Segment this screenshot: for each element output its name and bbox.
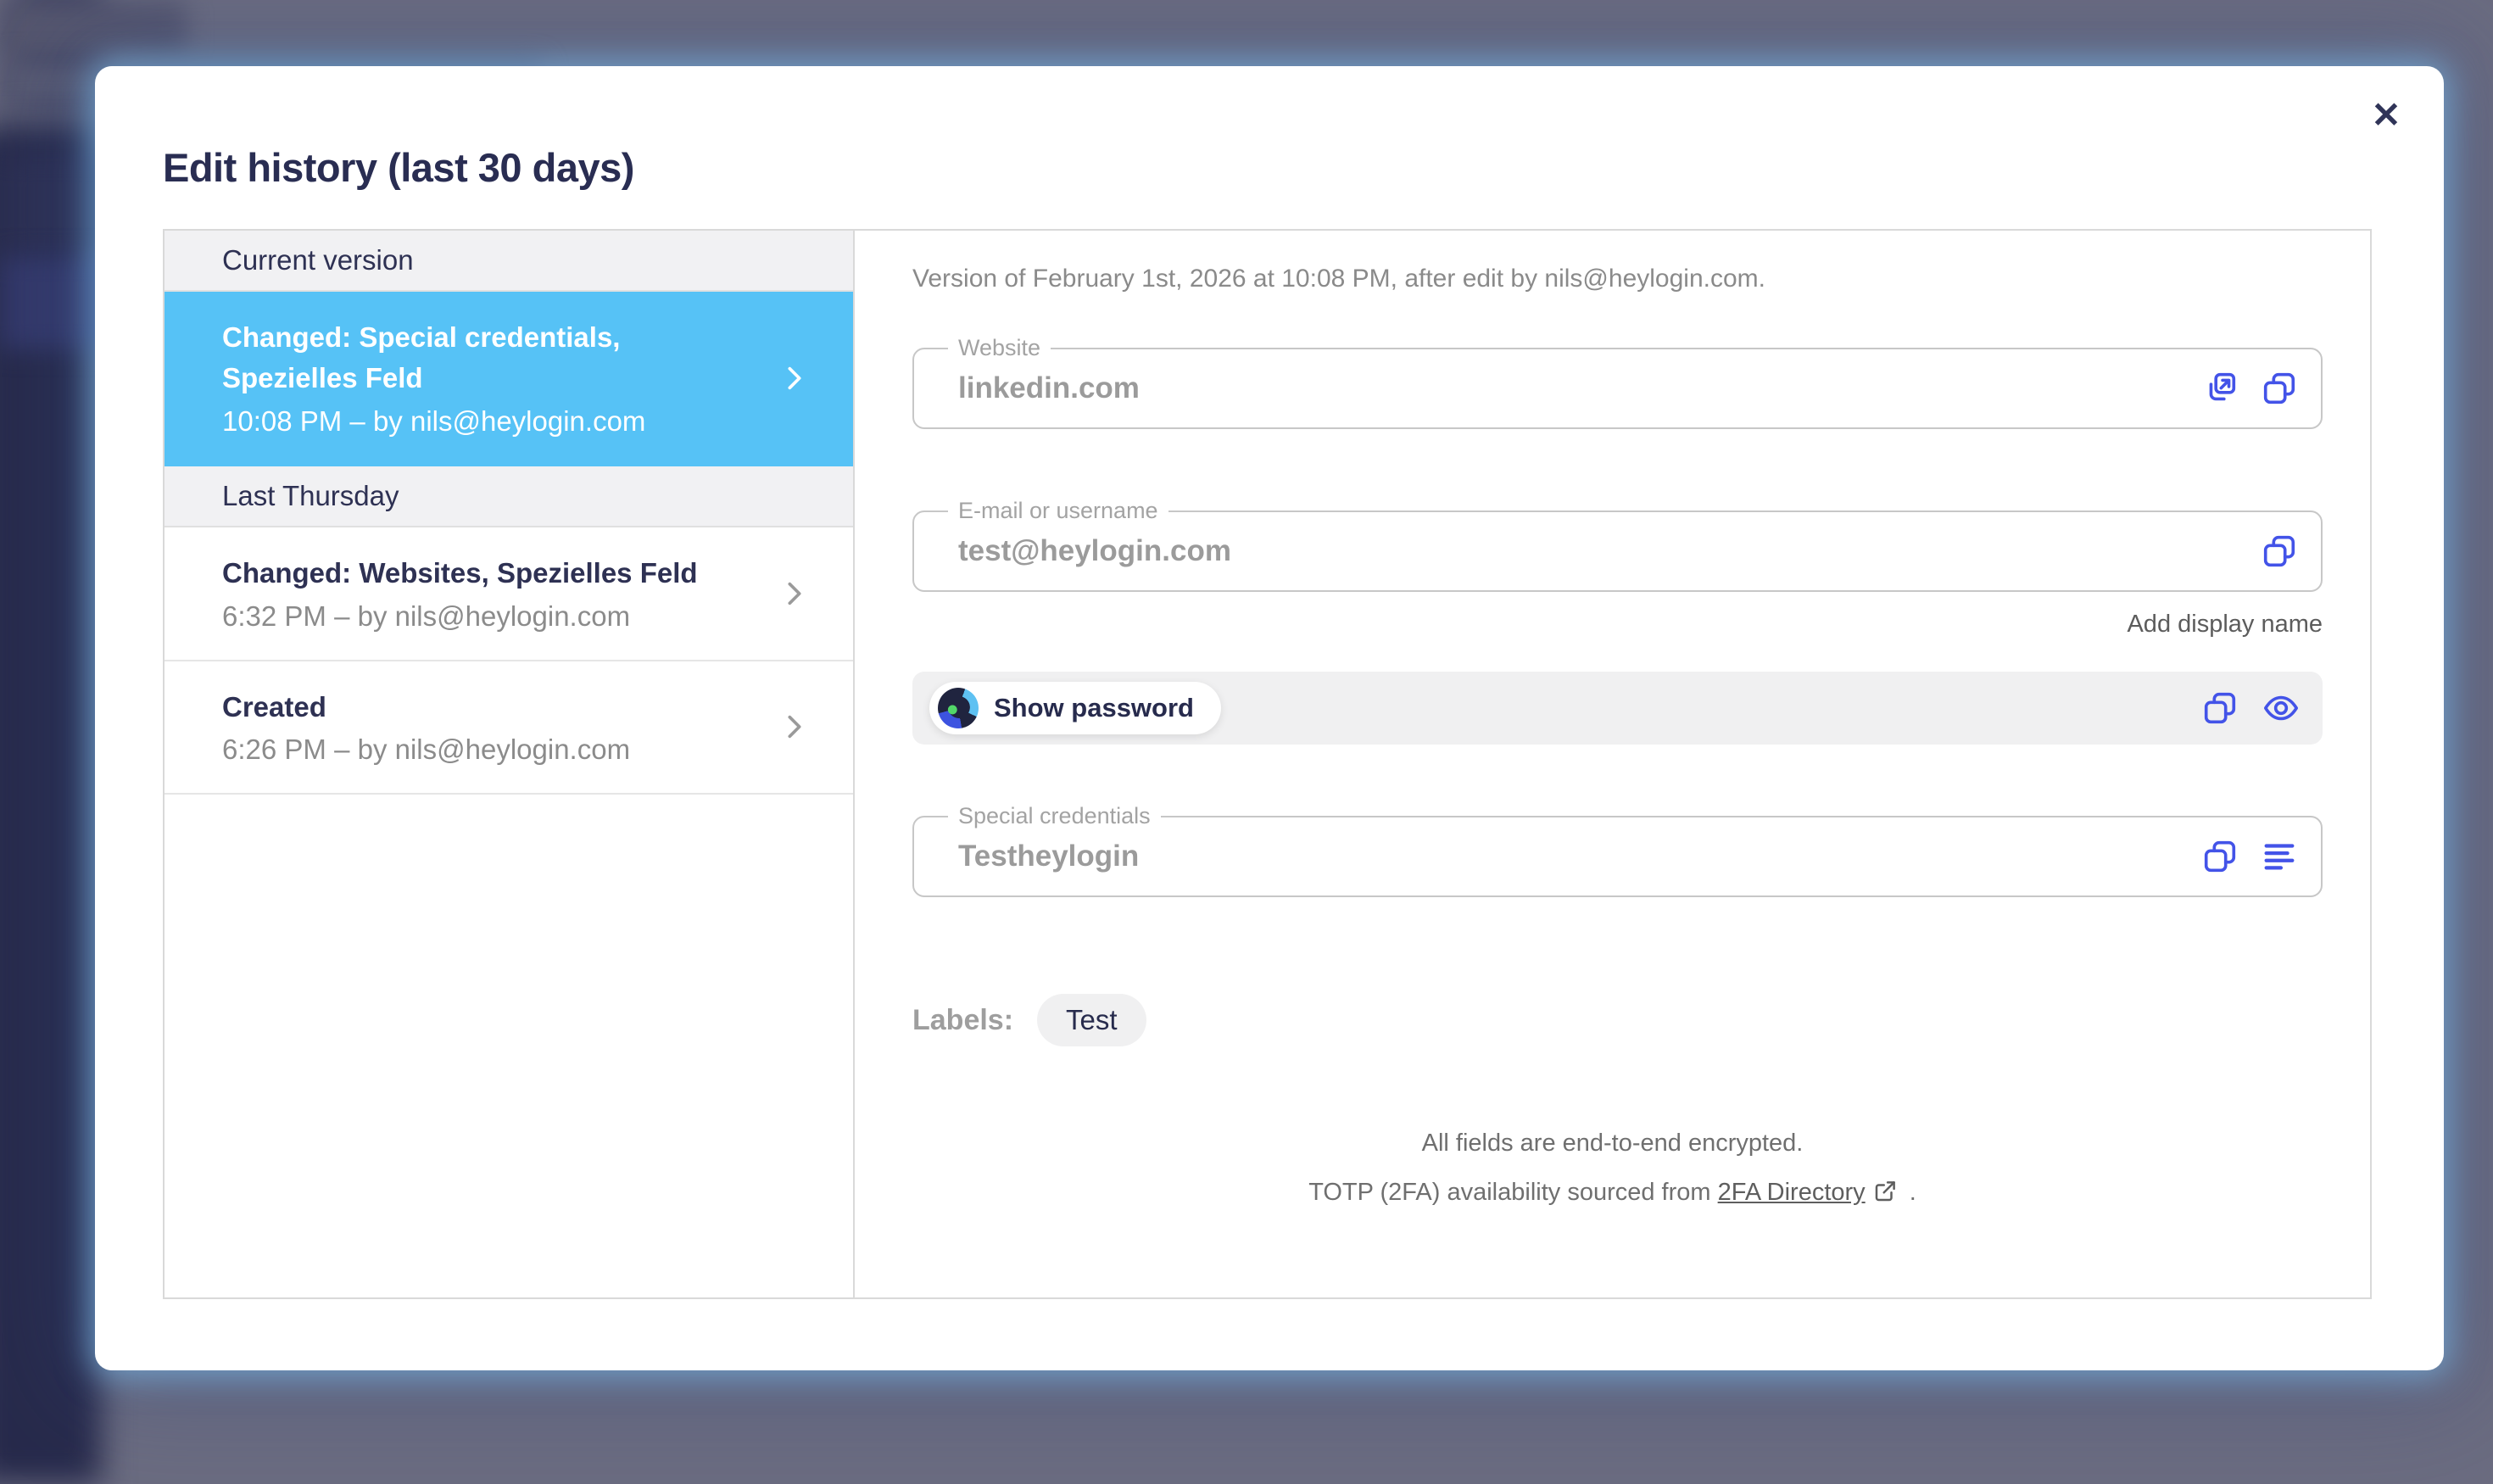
page-title: Edit history (last 30 days): [163, 144, 634, 191]
totp-directory-link[interactable]: 2FA Directory: [1718, 1179, 1866, 1206]
totp-note-suffix: .: [1903, 1179, 1916, 1206]
version-item-subtitle: 6:26 PM – by nils@heylogin.com: [222, 734, 751, 766]
version-detail: Version of February 1st, 2026 at 10:08 P…: [855, 231, 2370, 1297]
encryption-note: All fields are end-to-end encrypted.: [855, 1130, 2370, 1158]
chevron-right-icon: [780, 574, 809, 613]
version-item-subtitle: 6:32 PM – by nils@heylogin.com: [222, 600, 751, 633]
totp-note-prefix: TOTP (2FA) availability sourced from: [1308, 1179, 1717, 1206]
special-credentials-field: Special credentials Testheylogin: [912, 816, 2323, 897]
website-field-label: Website: [948, 335, 1051, 361]
section-header-last-thursday: Last Thursday: [165, 466, 853, 527]
edit-history-modal: ✕ Edit history (last 30 days) Current ve…: [95, 66, 2444, 1370]
eye-icon[interactable]: [2262, 689, 2301, 728]
backdrop-brand-blur: [0, 0, 187, 59]
version-item-created[interactable]: Created 6:26 PM – by nils@heylogin.com: [165, 661, 853, 795]
version-list: Current version Changed: Special credent…: [165, 231, 855, 1297]
version-info-line: Version of February 1st, 2026 at 10:08 P…: [912, 265, 1765, 293]
labels-caption: Labels:: [912, 1004, 1013, 1037]
email-field: E-mail or username test@heylogin.com: [912, 510, 2323, 592]
open-in-new-icon[interactable]: [2200, 369, 2239, 408]
password-row: Show password: [912, 672, 2323, 745]
heylogin-logo: [938, 688, 979, 728]
modal-content: Current version Changed: Special credent…: [163, 229, 2372, 1299]
labels-row: Labels: Test: [912, 994, 1146, 1046]
website-field: Website linkedin.com: [912, 348, 2323, 429]
show-password-label: Show password: [994, 693, 1194, 723]
label-chip[interactable]: Test: [1037, 994, 1146, 1046]
version-item-title: Created: [222, 687, 751, 728]
copy-icon[interactable]: [2260, 532, 2299, 571]
version-item-subtitle: 10:08 PM – by nils@heylogin.com: [222, 405, 751, 438]
copy-icon[interactable]: [2200, 689, 2239, 728]
chevron-right-icon: [780, 707, 809, 746]
external-link-icon: [1872, 1179, 1898, 1204]
email-field-value: test@heylogin.com: [958, 534, 1231, 568]
add-display-name-link[interactable]: Add display name: [2127, 611, 2323, 639]
version-item-websites[interactable]: Changed: Websites, Spezielles Feld 6:32 …: [165, 527, 853, 661]
chevron-right-icon: [780, 359, 809, 398]
special-credentials-value: Testheylogin: [958, 840, 1139, 873]
copy-icon[interactable]: [2260, 369, 2299, 408]
version-item-current[interactable]: Changed: Special credentials, Spezielles…: [165, 292, 853, 466]
email-field-label: E-mail or username: [948, 498, 1168, 524]
website-field-value: linkedin.com: [958, 371, 1140, 405]
totp-note: TOTP (2FA) availability sourced from 2FA…: [855, 1179, 2370, 1207]
text-lines-icon[interactable]: [2260, 837, 2299, 876]
section-header-current-version: Current version: [165, 231, 853, 292]
special-credentials-label: Special credentials: [948, 803, 1161, 829]
close-button[interactable]: ✕: [2362, 92, 2410, 139]
version-item-title: Changed: Special credentials, Spezielles…: [222, 317, 751, 399]
show-password-button[interactable]: Show password: [929, 682, 1221, 734]
version-item-title: Changed: Websites, Spezielles Feld: [222, 553, 751, 594]
copy-icon[interactable]: [2200, 837, 2239, 876]
